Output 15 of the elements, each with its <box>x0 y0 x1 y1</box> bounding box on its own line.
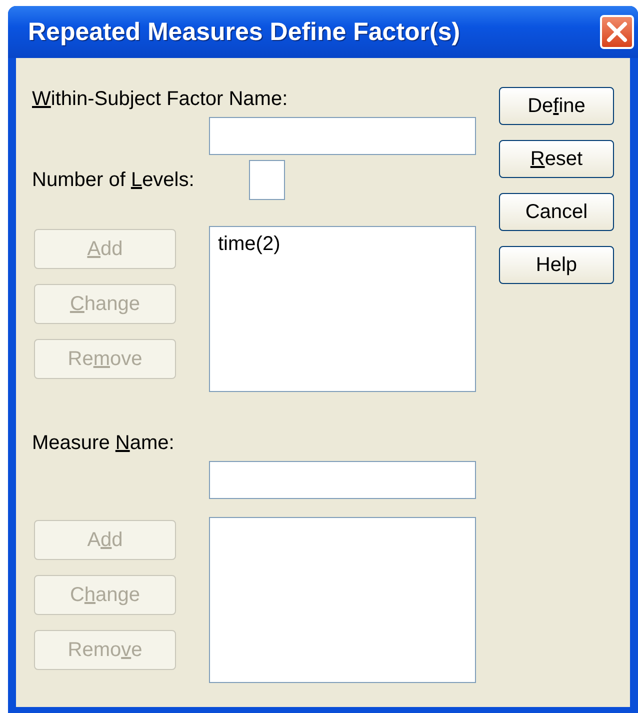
button[interactable]: Reset <box>499 140 614 178</box>
window-title: Repeated Measures Define Factor(s) <box>28 18 460 46</box>
levels-field[interactable] <box>249 160 286 200</box>
list-item[interactable]: time(2) <box>218 233 467 256</box>
close-icon <box>606 21 628 43</box>
list-box[interactable]: time(2) <box>209 226 476 392</box>
text-field[interactable] <box>209 461 476 499</box>
button[interactable]: Define <box>499 87 614 125</box>
text-field[interactable] <box>209 117 476 155</box>
field-label: Measure Name: <box>32 432 176 455</box>
button[interactable]: Help <box>499 246 614 284</box>
field-label: Within-Subject Factor Name: <box>32 88 289 111</box>
button[interactable]: Cancel <box>499 193 614 231</box>
field-label: Number of Levels: <box>32 168 194 192</box>
close-button[interactable] <box>600 15 634 49</box>
